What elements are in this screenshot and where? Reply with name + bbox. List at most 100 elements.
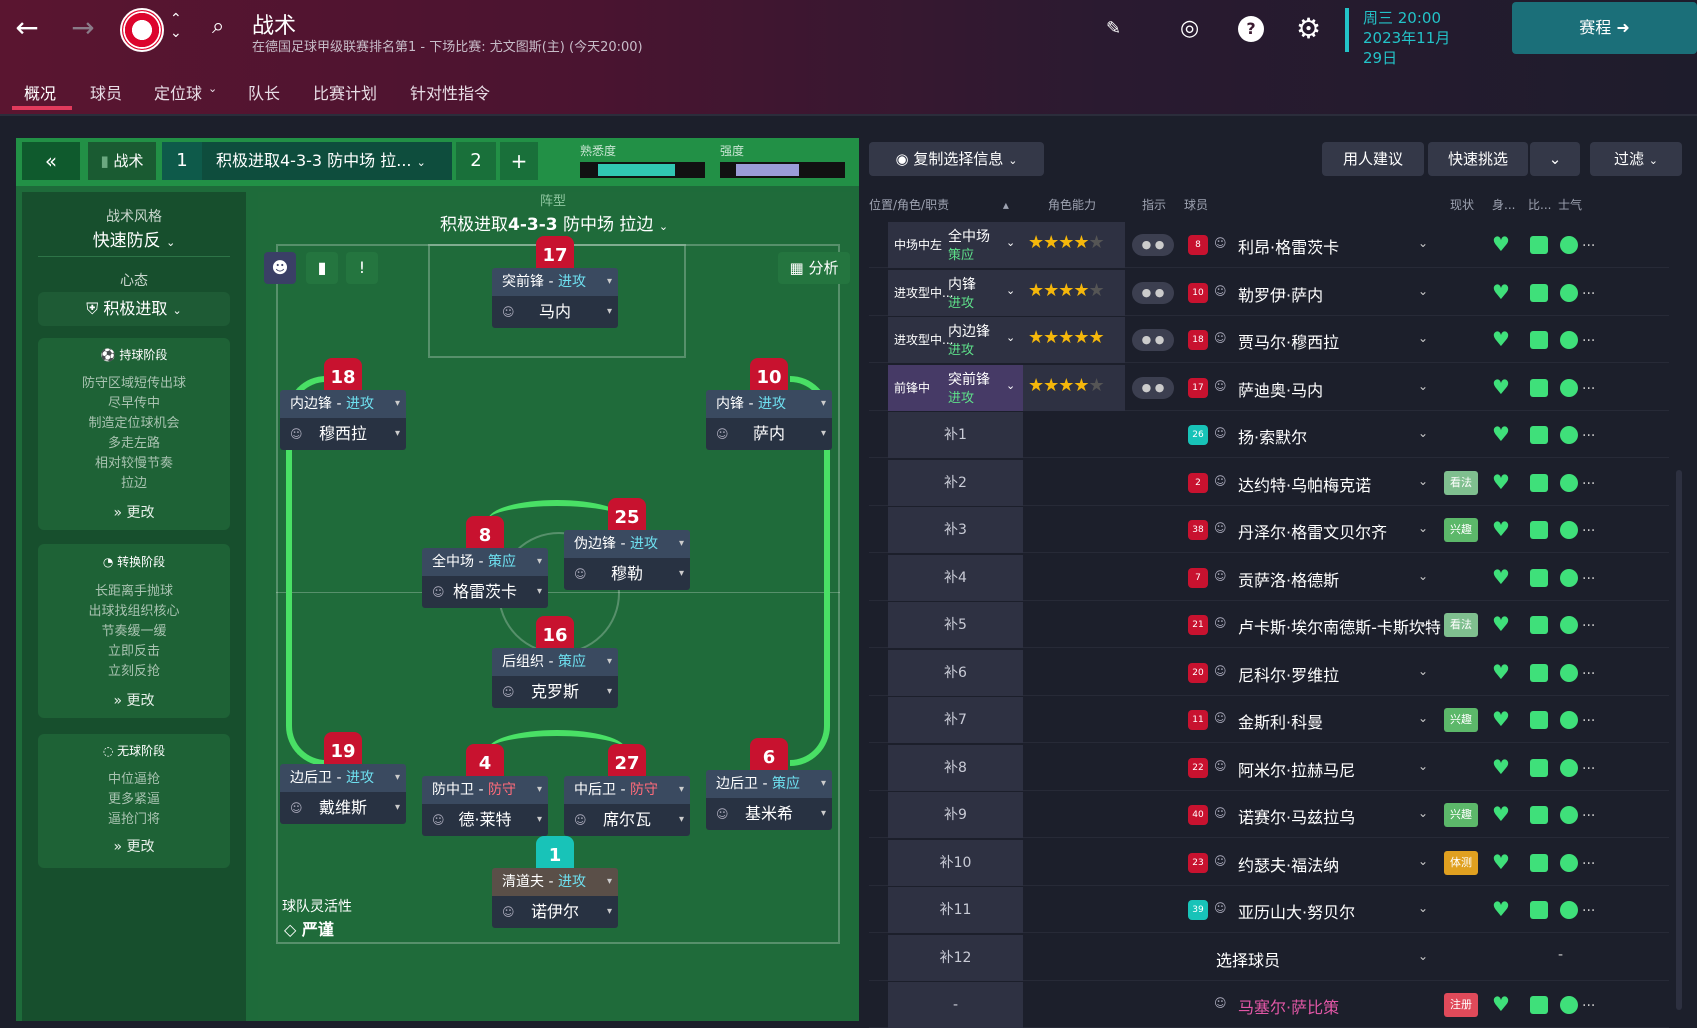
collapse-chevrons-icon[interactable]: « (22, 142, 80, 180)
col-body[interactable]: 身... (1492, 196, 1515, 213)
position-cell[interactable]: 中场中左 全中场 策应 ⌄ (888, 222, 1023, 268)
player-name[interactable]: 金斯利·科曼 (1238, 709, 1323, 733)
col-player[interactable]: 球员 (1184, 196, 1208, 213)
mentality-selector[interactable]: ⛨ 积极进取 ⌄ (38, 292, 230, 326)
player-role-selector[interactable]: 防中卫 - 防守 ▾ (422, 776, 548, 804)
player-name-selector[interactable]: ☺ 克罗斯 ▾ (492, 676, 618, 708)
tab-match-plan[interactable]: 比赛计划 (313, 80, 377, 104)
player-name-selector[interactable]: ☺ 格雷茨卡 ▾ (422, 576, 548, 608)
player-dropdown-icon[interactable]: ⌄ (1418, 759, 1428, 773)
player-name[interactable]: 尼科尔·罗维拉 (1238, 662, 1339, 686)
player-role-selector[interactable]: 边后卫 - 进攻 ▾ (280, 764, 406, 792)
player-dropdown-icon[interactable]: ⌄ (1418, 236, 1428, 250)
copy-selection-button[interactable]: ◉ 复制选择信息 ⌄ (869, 142, 1044, 176)
quick-pick-button[interactable]: 快速挑选 (1428, 142, 1528, 176)
more-icon[interactable]: ... (1582, 234, 1595, 250)
club-switch-icon[interactable]: ⌃ ⌄ (170, 12, 182, 40)
style-value[interactable]: 快速防反 ⌄ (22, 226, 246, 251)
player-dropdown-icon[interactable]: ⌄ (1418, 949, 1428, 963)
col-ability[interactable]: 角色能力 (1048, 196, 1096, 213)
player-dropdown-icon[interactable]: ⌄ (1418, 426, 1428, 440)
back-arrow-icon[interactable]: ← (12, 14, 42, 44)
player-name[interactable]: 贾马尔·穆西拉 (1238, 329, 1339, 353)
player-name[interactable]: 丹泽尔·格雷文贝尔齐 (1238, 519, 1387, 543)
tactic-slot-1[interactable]: 1 (162, 142, 202, 180)
tab-set-pieces-chevron-icon[interactable]: ⌄ (208, 82, 217, 95)
player-role-selector[interactable]: 伪边锋 - 进攻 ▾ (564, 530, 690, 558)
col-morale[interactable]: 士气 (1558, 196, 1582, 213)
col-match[interactable]: 比... (1528, 196, 1551, 213)
player-name[interactable]: 利昂·格雷茨卡 (1238, 234, 1339, 258)
more-icon[interactable]: ... (1582, 757, 1595, 773)
more-icon[interactable]: ... (1582, 994, 1595, 1010)
help-icon[interactable]: ? (1238, 16, 1264, 42)
tactic-label-box[interactable]: ▮ 战术 (88, 142, 156, 180)
tab-overview[interactable]: 概况 (24, 80, 56, 104)
player-dropdown-icon[interactable]: ⌄ (1418, 474, 1428, 488)
more-icon[interactable]: ... (1582, 519, 1595, 535)
player-dropdown-icon[interactable]: ⌄ (1418, 806, 1428, 820)
status-badge[interactable]: 体测 (1444, 850, 1478, 875)
instructions-toggle-icon[interactable]: ● ● (1132, 376, 1174, 399)
instructions-toggle-icon[interactable]: ● ● (1132, 281, 1174, 304)
col-position[interactable]: 位置/角色/职责 ▴ (869, 196, 1009, 213)
player-role-selector[interactable]: 突前锋 - 进攻 ▾ (492, 268, 618, 296)
player-name[interactable]: 萨迪奥·马内 (1238, 377, 1323, 401)
status-badge[interactable]: 兴趣 (1444, 803, 1478, 827)
player-name-selector[interactable]: ☺ 穆西拉 ▾ (280, 418, 406, 450)
player-role-selector[interactable]: 中后卫 - 防守 ▾ (564, 776, 690, 804)
player-role-selector[interactable]: 后组织 - 策应 ▾ (492, 648, 618, 676)
position-cell[interactable]: 前锋中 突前锋 进攻 ⌄ (888, 364, 1023, 411)
player-name-selector[interactable]: ☺ 马内 ▾ (492, 296, 618, 328)
player-dropdown-icon[interactable]: ⌄ (1418, 901, 1428, 915)
more-icon[interactable]: ... (1582, 662, 1595, 678)
player-view-icon[interactable]: ☻ (264, 252, 296, 284)
player-name-selector[interactable]: ☺ 戴维斯 ▾ (280, 792, 406, 824)
player-name[interactable]: 阿米尔·拉赫马尼 (1238, 757, 1355, 781)
player-role-selector[interactable]: 全中场 - 策应 ▾ (422, 548, 548, 576)
status-badge[interactable]: 兴趣 (1444, 708, 1478, 732)
club-crest-icon[interactable] (120, 8, 164, 52)
player-name[interactable]: 诺赛尔·马兹拉乌 (1238, 804, 1355, 828)
col-instructions[interactable]: 指示 (1142, 196, 1166, 213)
tab-players[interactable]: 球员 (90, 80, 122, 104)
more-icon[interactable]: ... (1582, 709, 1595, 725)
more-icon[interactable]: ... (1582, 899, 1595, 915)
tab-captains[interactable]: 队长 (248, 80, 280, 104)
info-icon[interactable]: ! (346, 252, 378, 284)
more-icon[interactable]: ... (1582, 852, 1595, 868)
player-name[interactable]: 约瑟夫·福法纳 (1238, 852, 1339, 876)
search-icon[interactable]: ⌕ (212, 14, 224, 39)
select-player-prompt[interactable]: 选择球员 (1216, 947, 1280, 971)
gear-icon[interactable]: ⚙ (1296, 12, 1321, 45)
scrollbar[interactable] (1676, 470, 1682, 1010)
player-dropdown-icon[interactable]: ⌄ (1418, 616, 1428, 630)
more-icon[interactable]: ... (1582, 614, 1595, 630)
player-dropdown-icon[interactable]: ⌄ (1418, 664, 1428, 678)
more-icon[interactable]: ... (1582, 282, 1595, 298)
tactic-slot-2[interactable]: 2 (456, 142, 496, 180)
status-badge[interactable]: 注册 (1444, 993, 1478, 1017)
player-name[interactable]: 勒罗伊·萨内 (1238, 282, 1323, 306)
player-role-selector[interactable]: 边后卫 - 策应 ▾ (706, 770, 832, 798)
instructions-toggle-icon[interactable]: ● ● (1132, 234, 1174, 256)
player-name[interactable]: 亚历山大·努贝尔 (1238, 899, 1355, 923)
in-possession-change-button[interactable]: » 更改 (38, 502, 230, 522)
out-possession-change-button[interactable]: » 更改 (38, 836, 230, 856)
stats-chart-icon[interactable]: ▮ (306, 252, 338, 284)
player-name-selector[interactable]: ☺ 基米希 ▾ (706, 798, 832, 830)
analysis-button[interactable]: ▦ 分析 (778, 252, 850, 284)
more-icon[interactable]: ... (1582, 377, 1595, 393)
player-role-selector[interactable]: 清道夫 - 进攻 ▾ (492, 868, 618, 896)
position-cell[interactable]: 进攻型中... 内锋 进攻 ⌄ (888, 269, 1023, 316)
more-icon[interactable]: ... (1582, 424, 1595, 440)
edit-pencil-icon[interactable]: ✎ (1106, 18, 1121, 39)
suggestions-button[interactable]: 用人建议 (1322, 142, 1424, 176)
tactic-selector[interactable]: 积极进取4-3-3 防中场 拉... ⌄ (202, 142, 452, 180)
player-name[interactable]: 贡萨洛·格德斯 (1238, 567, 1339, 591)
player-dropdown-icon[interactable]: ⌄ (1418, 284, 1428, 298)
world-icon[interactable]: ◎ (1180, 16, 1199, 41)
filter-button[interactable]: 过滤 ⌄ (1590, 142, 1682, 176)
position-cell[interactable]: 进攻型中... 内边锋 进攻 ⌄ (888, 317, 1023, 363)
status-badge[interactable]: 看法 (1444, 613, 1478, 637)
